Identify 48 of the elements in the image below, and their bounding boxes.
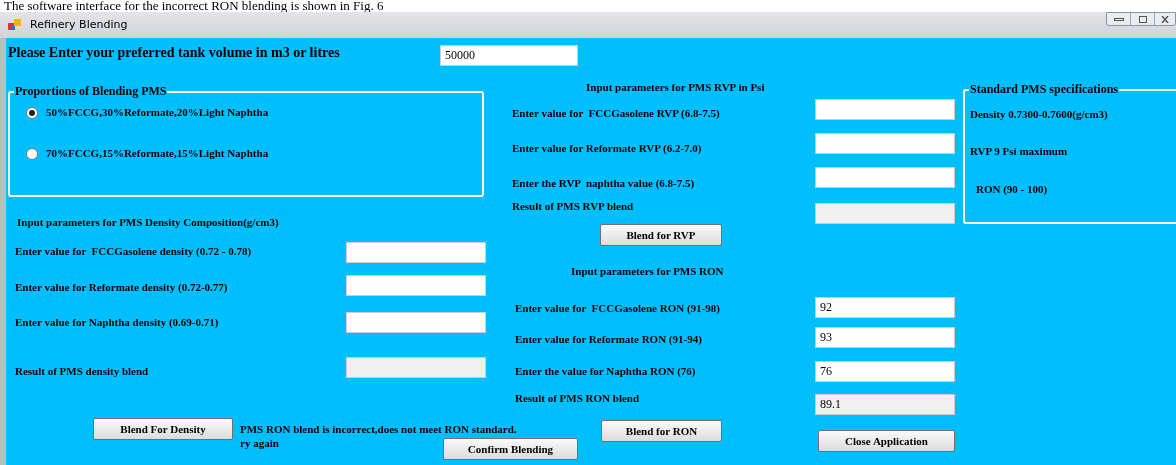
field-label: 70%FCCG,15%Reformate,15%Light Naphtha [46,148,269,159]
button[interactable]: Blend for RVP [600,224,722,246]
field-label: Please Enter your preferred tank volume in m3 or litres [8,46,340,60]
field-label: Enter value for FCCGasolene RON (91-98) [515,303,720,314]
group-title: Standard PMS specifications [969,83,1119,95]
field-label: Result of PMS RVP blend [512,201,634,212]
field-label: Enter value for Reformate RON (91-94) [515,334,702,345]
field-label: Result of PMS RON blend [515,393,640,404]
radio-button[interactable] [26,148,38,160]
input-field[interactable] [346,275,486,296]
input-field[interactable]: 76 [815,361,955,382]
button[interactable]: Blend For Density [93,418,233,440]
field-label: Enter the value for Naphtha RON (76) [515,366,696,377]
field-label: Input parameters for PMS RON [571,266,724,277]
field-label: RVP 9 Psi maximum [970,146,1068,157]
field-label: Result of PMS density blend [15,366,149,377]
close-icon [1161,15,1169,23]
result-field[interactable]: 89.1 [815,394,955,415]
window-title: Refinery Blending [30,16,128,33]
field-label: Density 0.7300-0.7600(g/cm3) [970,109,1108,120]
input-field[interactable] [346,242,486,263]
input-field[interactable]: 93 [815,327,955,348]
field-label: Enter value for FCCGasolene density (0.72 - 0.78) [15,246,252,257]
group-title: Proportions of Blending PMS [14,85,168,97]
field-label: Enter value for Reformate density (0.72-0.77) [15,282,228,293]
input-field[interactable] [346,312,486,333]
error-message: PMS RON blend is incorrect,does not meet RON standard. [240,424,517,435]
field-label: Input parameters for PMS RVP in Psi [586,82,765,93]
app-icon [8,18,22,32]
radio-button[interactable] [26,107,38,119]
input-field[interactable] [815,167,955,188]
result-field[interactable] [346,357,486,378]
field-label: 50%FCCG,30%Reformate,20%Light Naphtha [46,107,269,118]
input-field[interactable] [815,133,955,154]
button[interactable]: Close Application [818,430,955,452]
error-message: ry again [240,438,279,449]
button[interactable]: Confirm Blending [443,438,578,460]
field-label: Enter the RVP naphtha value (6.8-7.5) [512,178,695,189]
field-label: Enter value for FCCGasolene RVP (6.8-7.5) [512,108,720,119]
field-label: Input parameters for PMS Density Composition(g/cm3) [17,217,279,228]
button[interactable]: Blend for RON [601,420,722,442]
result-field[interactable] [815,203,955,224]
field-label: Enter value for Reformate RVP (6.2-7.0) [512,143,702,154]
input-field[interactable] [815,99,955,120]
input-field[interactable]: 50000 [440,45,578,66]
field-label: Enter value for Naphtha density (0.69-0.71) [15,317,219,328]
input-field[interactable]: 92 [815,297,955,318]
field-label: RON (90 - 100) [976,184,1048,195]
